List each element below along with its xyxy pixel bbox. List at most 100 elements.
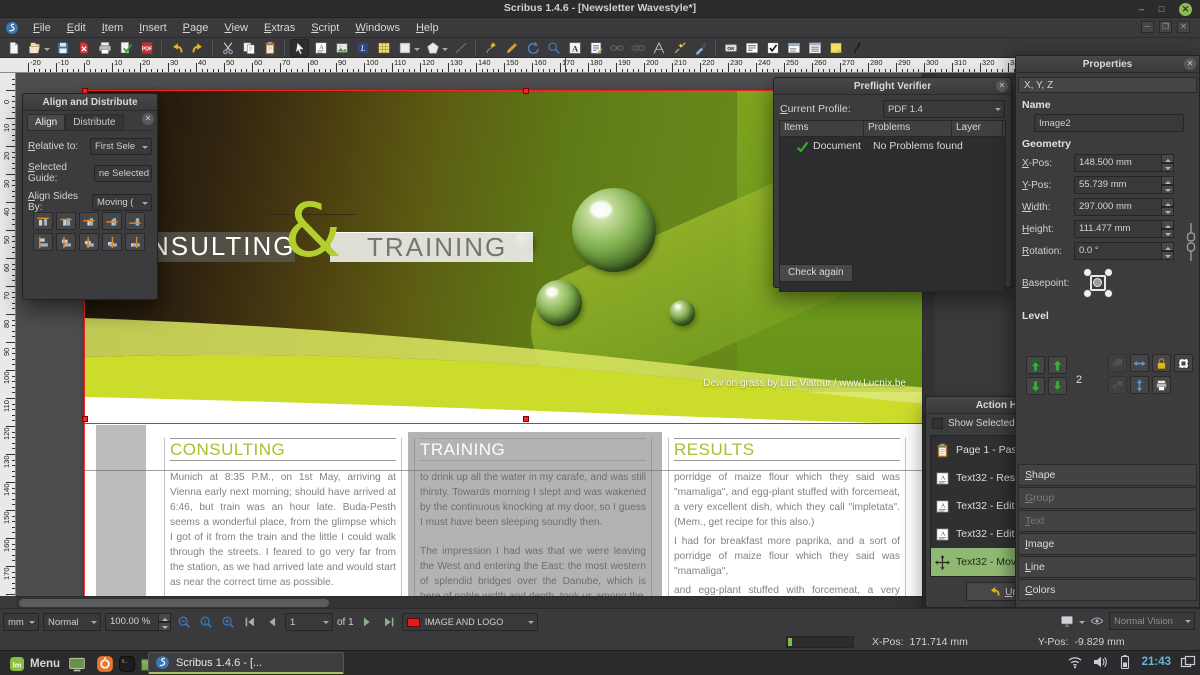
close-icon[interactable]: ✕ <box>1179 3 1192 16</box>
checkbox-icon[interactable] <box>932 418 943 429</box>
doc-close-button[interactable] <box>74 39 93 57</box>
align-button-1[interactable] <box>33 212 53 230</box>
magic-wand-button[interactable] <box>670 39 689 57</box>
maximize-icon[interactable]: □ <box>1155 3 1168 16</box>
menu-page[interactable]: Page <box>175 20 217 36</box>
mdi-close-icon[interactable]: ✕ <box>1177 21 1190 33</box>
magnifier-button[interactable] <box>544 39 563 57</box>
spin-down-icon[interactable] <box>1161 163 1174 172</box>
image-frame-button[interactable] <box>332 39 351 57</box>
align-panel-title[interactable]: Align and Distribute <box>23 94 157 111</box>
shape-square-button[interactable] <box>395 39 414 57</box>
pdf-text-annotation-button[interactable] <box>826 39 845 57</box>
preflight-close-icon[interactable]: ✕ <box>996 80 1008 92</box>
quality-select[interactable]: Normal <box>43 613 101 631</box>
relative-to-select[interactable]: First Sele <box>90 138 152 155</box>
horizontal-scrollbar-thumb[interactable] <box>19 599 329 607</box>
check-again-button[interactable]: Check again <box>779 264 853 282</box>
flip-vertical-button[interactable] <box>1130 376 1149 394</box>
align-button-9[interactable] <box>102 233 122 251</box>
spin-up-icon[interactable] <box>1161 198 1174 207</box>
story-editor-button[interactable] <box>586 39 605 57</box>
section-image[interactable]: Image <box>1018 533 1197 555</box>
battery-icon[interactable] <box>1117 654 1133 670</box>
align-button-6[interactable] <box>33 233 53 251</box>
clipboard-paste-button[interactable] <box>260 39 279 57</box>
show-desktop-icon[interactable] <box>68 655 86 673</box>
basepoint-selector[interactable] <box>1083 268 1113 298</box>
menu-script[interactable]: Script <box>303 20 347 36</box>
section-shape[interactable]: Shape <box>1018 464 1197 486</box>
lower-to-bottom-button[interactable] <box>1048 377 1067 395</box>
spinbox-rotation[interactable]: 0.0 ° <box>1074 242 1174 260</box>
spin-up-icon[interactable] <box>1161 154 1174 163</box>
align-button-2[interactable] <box>56 212 76 230</box>
align-button-4[interactable] <box>102 212 122 230</box>
menu-edit[interactable]: Edit <box>59 20 94 36</box>
preflight-check-button[interactable] <box>116 39 135 57</box>
section-colors[interactable]: Colors <box>1018 579 1197 601</box>
launcher-orange-icon[interactable] <box>96 655 114 673</box>
flip-horizontal-button[interactable] <box>1130 354 1149 372</box>
spin-down-icon[interactable] <box>1161 251 1174 260</box>
launcher-terminal-icon[interactable]: s_ <box>118 655 136 673</box>
properties-title[interactable]: Properties <box>1016 56 1199 73</box>
horizontal-scrollbar[interactable] <box>16 596 922 608</box>
spinbox-width[interactable]: 297.000 mm <box>1074 198 1174 216</box>
lock-button[interactable] <box>1152 354 1171 372</box>
spin-up-icon[interactable] <box>1161 176 1174 185</box>
measure-tool-button[interactable] <box>649 39 668 57</box>
properties-close-icon[interactable]: ✕ <box>1184 58 1196 70</box>
next-page-button[interactable] <box>358 613 376 631</box>
unlink-frames-button[interactable] <box>628 39 647 57</box>
lock-size-button[interactable] <box>1174 354 1193 372</box>
table-grid-button[interactable] <box>374 39 393 57</box>
link-frames-button[interactable] <box>607 39 626 57</box>
text-frame-button[interactable]: A <box>311 39 330 57</box>
preview-monitor-icon[interactable] <box>1058 612 1076 630</box>
align-button-3[interactable] <box>79 212 99 230</box>
pdf-text-field-button[interactable] <box>742 39 761 57</box>
chevron-down-icon[interactable] <box>414 48 420 54</box>
copy-docs-button[interactable] <box>239 39 258 57</box>
chevron-down-icon[interactable] <box>44 48 50 54</box>
text-column-3[interactable]: RESULTSporridge of maize flour which the… <box>668 438 906 596</box>
zoom-out-button[interactable] <box>175 613 193 631</box>
spinbox-height[interactable]: 111.477 mm <box>1074 220 1174 238</box>
selection-handle[interactable] <box>523 88 529 94</box>
name-field[interactable]: Image2 <box>1034 114 1184 132</box>
spin-down-icon[interactable] <box>1161 207 1174 216</box>
first-page-button[interactable] <box>241 613 259 631</box>
raise-to-top-button[interactable] <box>1026 356 1045 374</box>
profile-select[interactable]: PDF 1.4 <box>883 100 1005 118</box>
last-page-button[interactable] <box>380 613 398 631</box>
mdi-minimize-icon[interactable]: ─ <box>1141 21 1154 33</box>
column-header-items[interactable]: Items <box>780 121 864 136</box>
minimize-icon[interactable]: – <box>1135 3 1148 16</box>
spin-down-icon[interactable] <box>1161 185 1174 194</box>
tab-distribute[interactable]: Distribute <box>65 114 123 130</box>
spinbox-x-pos[interactable]: 148.500 mm <box>1074 154 1174 172</box>
mdi-restore-icon[interactable]: ❐ <box>1159 21 1172 33</box>
print-enabled-button[interactable] <box>1152 376 1171 394</box>
selection-handle[interactable] <box>523 416 529 422</box>
pdf-combo-box-button[interactable] <box>784 39 803 57</box>
spin-down-icon[interactable] <box>1161 229 1174 238</box>
vertical-ruler[interactable]: 0102030405060708090100110120130140150160… <box>0 73 16 596</box>
align-button-5[interactable] <box>125 212 145 230</box>
selection-handle[interactable] <box>82 416 88 422</box>
redo-arrow-button[interactable] <box>188 39 207 57</box>
edit-contents-button[interactable]: A <box>565 39 584 57</box>
printer-button[interactable] <box>95 39 114 57</box>
menu-view[interactable]: View <box>216 20 256 36</box>
scissors-button[interactable] <box>218 39 237 57</box>
doc-new-button[interactable] <box>4 39 23 57</box>
doc-open-button[interactable] <box>25 39 44 57</box>
tab-align[interactable]: Align <box>27 114 65 130</box>
clock[interactable]: 21:43 <box>1142 656 1171 668</box>
basepoint-bottomleft[interactable] <box>1083 289 1092 298</box>
spinbox-y-pos[interactable]: 55.739 mm <box>1074 176 1174 194</box>
selected-guide-field[interactable]: ne Selected <box>94 165 152 182</box>
rotate-tool-button[interactable] <box>523 39 542 57</box>
align-panel-close-icon[interactable]: ✕ <box>142 113 154 125</box>
